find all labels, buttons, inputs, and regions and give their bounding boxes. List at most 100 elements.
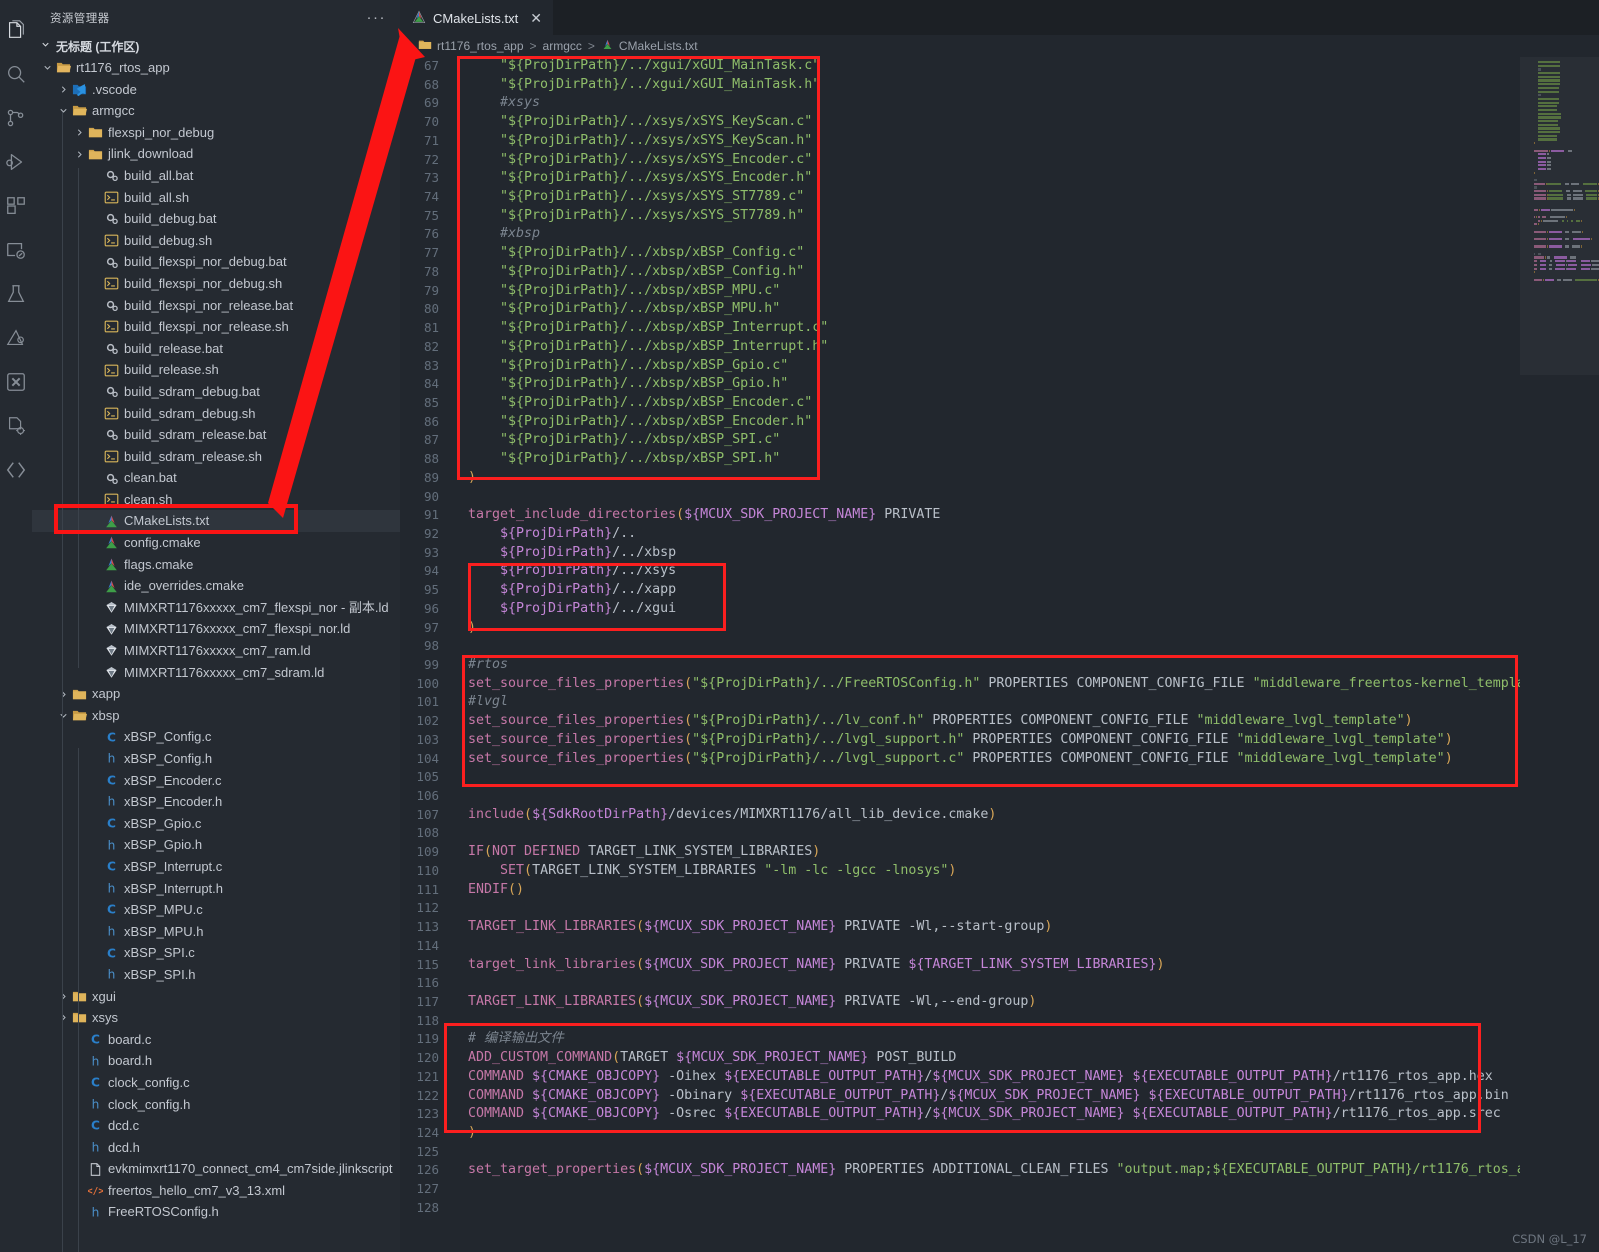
tree-item-xbsp-gpio-c[interactable]: CxBSP_Gpio.c: [32, 813, 400, 835]
code-line[interactable]: include(${SdkRootDirPath}/devices/MIMXRT…: [468, 806, 1520, 825]
code-line[interactable]: target_include_directories(${MCUX_SDK_PR…: [468, 506, 1520, 525]
tree-item-clock-config-c[interactable]: Cclock_config.c: [32, 1072, 400, 1094]
source-control-icon[interactable]: [0, 96, 32, 140]
tree-item-build-debug-bat[interactable]: build_debug.bat: [32, 208, 400, 230]
more-actions-icon[interactable]: ···: [367, 10, 387, 25]
tree-item-build-release-bat[interactable]: build_release.bat: [32, 338, 400, 360]
code-line[interactable]: "${ProjDirPath}/../xgui/xGUI_MainTask.c": [468, 57, 1520, 76]
code-line[interactable]: TARGET_LINK_LIBRARIES(${MCUX_SDK_PROJECT…: [468, 993, 1520, 1012]
code-line[interactable]: #xsys: [468, 94, 1520, 113]
tree-item-clean-sh[interactable]: clean.sh: [32, 489, 400, 511]
tree-item-mimxrt1176xxxxx-cm7-flexspi-nor-ld[interactable]: MIMXRT1176xxxxx_cm7_flexspi_nor.ld: [32, 618, 400, 640]
tree-item-flags-cmake[interactable]: flags.cmake: [32, 554, 400, 576]
remote-explorer-icon[interactable]: [0, 228, 32, 272]
tree-item-dcd-h[interactable]: h dcd.h: [32, 1137, 400, 1159]
code-line[interactable]: ${ProjDirPath}/../xsys: [468, 562, 1520, 581]
tree-item-jlink-download[interactable]: jlink_download: [32, 143, 400, 165]
tree-item-cmakelists-txt[interactable]: CMakeLists.txt: [32, 510, 400, 533]
tree-item-clock-config-h[interactable]: h clock_config.h: [32, 1094, 400, 1116]
breadcrumb-item-file[interactable]: CMakeLists.txt: [619, 39, 698, 53]
code-line[interactable]: [468, 974, 1520, 993]
tree-item-mimxrt1176xxxxx-cm7-sdram-ld[interactable]: MIMXRT1176xxxxx_cm7_sdram.ld: [32, 662, 400, 684]
code-line[interactable]: "${ProjDirPath}/../xbsp/xBSP_Config.c": [468, 244, 1520, 263]
code-line[interactable]: set_source_files_properties("${ProjDirPa…: [468, 712, 1520, 731]
code-line[interactable]: IF(NOT DEFINED TARGET_LINK_SYSTEM_LIBRAR…: [468, 843, 1520, 862]
tree-item-build-release-sh[interactable]: build_release.sh: [32, 359, 400, 381]
tree-item-flexspi-nor-debug[interactable]: flexspi_nor_debug: [32, 122, 400, 144]
code-line[interactable]: ${ProjDirPath}/../xapp: [468, 581, 1520, 600]
code-line[interactable]: COMMAND ${CMAKE_OBJCOPY} -Osrec ${EXECUT…: [468, 1105, 1520, 1124]
code-line[interactable]: "${ProjDirPath}/../xbsp/xBSP_MPU.h": [468, 300, 1520, 319]
tree-item-build-debug-sh[interactable]: build_debug.sh: [32, 230, 400, 252]
chevron-down-icon[interactable]: [56, 710, 71, 721]
code-line[interactable]: COMMAND ${CMAKE_OBJCOPY} -Obinary ${EXEC…: [468, 1087, 1520, 1106]
file-tree[interactable]: rt1176_rtos_app .vscode armgcc flexspi_nor_…: [32, 57, 400, 1252]
code-line[interactable]: "${ProjDirPath}/../xsys/xSYS_ST7789.c": [468, 188, 1520, 207]
tree-item-build-flexspi-nor-release-sh[interactable]: build_flexspi_nor_release.sh: [32, 316, 400, 338]
tree-item-config-cmake[interactable]: config.cmake: [32, 532, 400, 554]
search-icon[interactable]: [0, 52, 32, 96]
serial-monitor-icon[interactable]: [0, 448, 32, 492]
tree-item-build-flexspi-nor-release-bat[interactable]: build_flexspi_nor_release.bat: [32, 295, 400, 317]
chevron-right-icon[interactable]: [56, 84, 71, 95]
code-line[interactable]: set_source_files_properties("${ProjDirPa…: [468, 675, 1520, 694]
code-line[interactable]: [468, 488, 1520, 507]
code-line[interactable]: "${ProjDirPath}/../xbsp/xBSP_Gpio.h": [468, 375, 1520, 394]
code-line[interactable]: ): [468, 1124, 1520, 1143]
tree-item-build-all-bat[interactable]: build_all.bat: [32, 165, 400, 187]
code-line[interactable]: "${ProjDirPath}/../xbsp/xBSP_MPU.c": [468, 282, 1520, 301]
tree-item-xbsp-spi-c[interactable]: CxBSP_SPI.c: [32, 942, 400, 964]
code-line[interactable]: "${ProjDirPath}/../xbsp/xBSP_Encoder.c": [468, 394, 1520, 413]
chevron-down-icon[interactable]: [56, 105, 71, 116]
workspace-root-row[interactable]: 无标题 (工作区): [32, 35, 400, 57]
code-line[interactable]: ${ProjDirPath}/..: [468, 525, 1520, 544]
code-line[interactable]: set_source_files_properties("${ProjDirPa…: [468, 750, 1520, 769]
tree-item-clean-bat[interactable]: clean.bat: [32, 467, 400, 489]
tree-item-build-sdram-debug-bat[interactable]: build_sdram_debug.bat: [32, 381, 400, 403]
tree-item-build-all-sh[interactable]: build_all.sh: [32, 187, 400, 209]
code-line[interactable]: ${ProjDirPath}/../xgui: [468, 600, 1520, 619]
tree-item-mimxrt1176xxxxx-cm7-ram-ld[interactable]: MIMXRT1176xxxxx_cm7_ram.ld: [32, 640, 400, 662]
code-line[interactable]: [468, 1180, 1520, 1199]
chevron-right-icon[interactable]: [56, 991, 71, 1002]
code-line[interactable]: [468, 824, 1520, 843]
code-line[interactable]: "${ProjDirPath}/../xsys/xSYS_ST7789.h": [468, 207, 1520, 226]
code-content[interactable]: "${ProjDirPath}/../xgui/xGUI_MainTask.c"…: [448, 57, 1520, 1252]
code-line[interactable]: "${ProjDirPath}/../xbsp/xBSP_Gpio.c": [468, 357, 1520, 376]
code-line[interactable]: #xbsp: [468, 225, 1520, 244]
run-debug-icon[interactable]: [0, 140, 32, 184]
code-line[interactable]: "${ProjDirPath}/../xbsp/xBSP_SPI.h": [468, 450, 1520, 469]
code-line[interactable]: "${ProjDirPath}/../xgui/xGUI_MainTask.h": [468, 76, 1520, 95]
tree-item-build-sdram-debug-sh[interactable]: build_sdram_debug.sh: [32, 403, 400, 425]
cmake-icon[interactable]: [0, 316, 32, 360]
chevron-right-icon[interactable]: [56, 1012, 71, 1023]
code-line[interactable]: [468, 768, 1520, 787]
tree-item-xbsp-mpu-c[interactable]: CxBSP_MPU.c: [32, 899, 400, 921]
code-line[interactable]: "${ProjDirPath}/../xbsp/xBSP_Encoder.h": [468, 413, 1520, 432]
code-line[interactable]: "${ProjDirPath}/../xsys/xSYS_KeyScan.h": [468, 132, 1520, 151]
chevron-right-icon[interactable]: [72, 127, 87, 138]
tree-item-xbsp-encoder-h[interactable]: h xBSP_Encoder.h: [32, 791, 400, 813]
tree-item-xbsp-interrupt-c[interactable]: CxBSP_Interrupt.c: [32, 856, 400, 878]
code-line[interactable]: ${ProjDirPath}/../xbsp: [468, 544, 1520, 563]
code-line[interactable]: "${ProjDirPath}/../xsys/xSYS_Encoder.c": [468, 151, 1520, 170]
minimap[interactable]: [1520, 57, 1599, 1252]
code-line[interactable]: ): [468, 469, 1520, 488]
code-line[interactable]: [468, 937, 1520, 956]
x-icon[interactable]: [0, 360, 32, 404]
extensions-icon[interactable]: [0, 184, 32, 228]
tree-item-xbsp-interrupt-h[interactable]: h xBSP_Interrupt.h: [32, 878, 400, 900]
code-line[interactable]: "${ProjDirPath}/../xbsp/xBSP_Config.h": [468, 263, 1520, 282]
code-line[interactable]: [468, 637, 1520, 656]
tree-item-vscode[interactable]: .vscode: [32, 79, 400, 101]
tree-item-freertosconfig-h[interactable]: h FreeRTOSConfig.h: [32, 1201, 400, 1223]
code-line[interactable]: set_target_properties(${MCUX_SDK_PROJECT…: [468, 1161, 1520, 1180]
code-line[interactable]: #rtos: [468, 656, 1520, 675]
tree-item-armgcc[interactable]: armgcc: [32, 100, 400, 122]
tree-item-xbsp[interactable]: xbsp: [32, 705, 400, 727]
tree-item-board-h[interactable]: h board.h: [32, 1050, 400, 1072]
tree-item-evkmimxrt1170-connect-cm4-cm7side-jlinkscript[interactable]: evkmimxrt1170_connect_cm4_cm7side.jlinks…: [32, 1158, 400, 1180]
testing-icon[interactable]: [0, 272, 32, 316]
tree-item-xbsp-gpio-h[interactable]: h xBSP_Gpio.h: [32, 834, 400, 856]
tree-item-mimxrt1176xxxxx-cm7-flexspi-nor-ld[interactable]: MIMXRT1176xxxxx_cm7_flexspi_nor - 副本.ld: [32, 597, 400, 619]
